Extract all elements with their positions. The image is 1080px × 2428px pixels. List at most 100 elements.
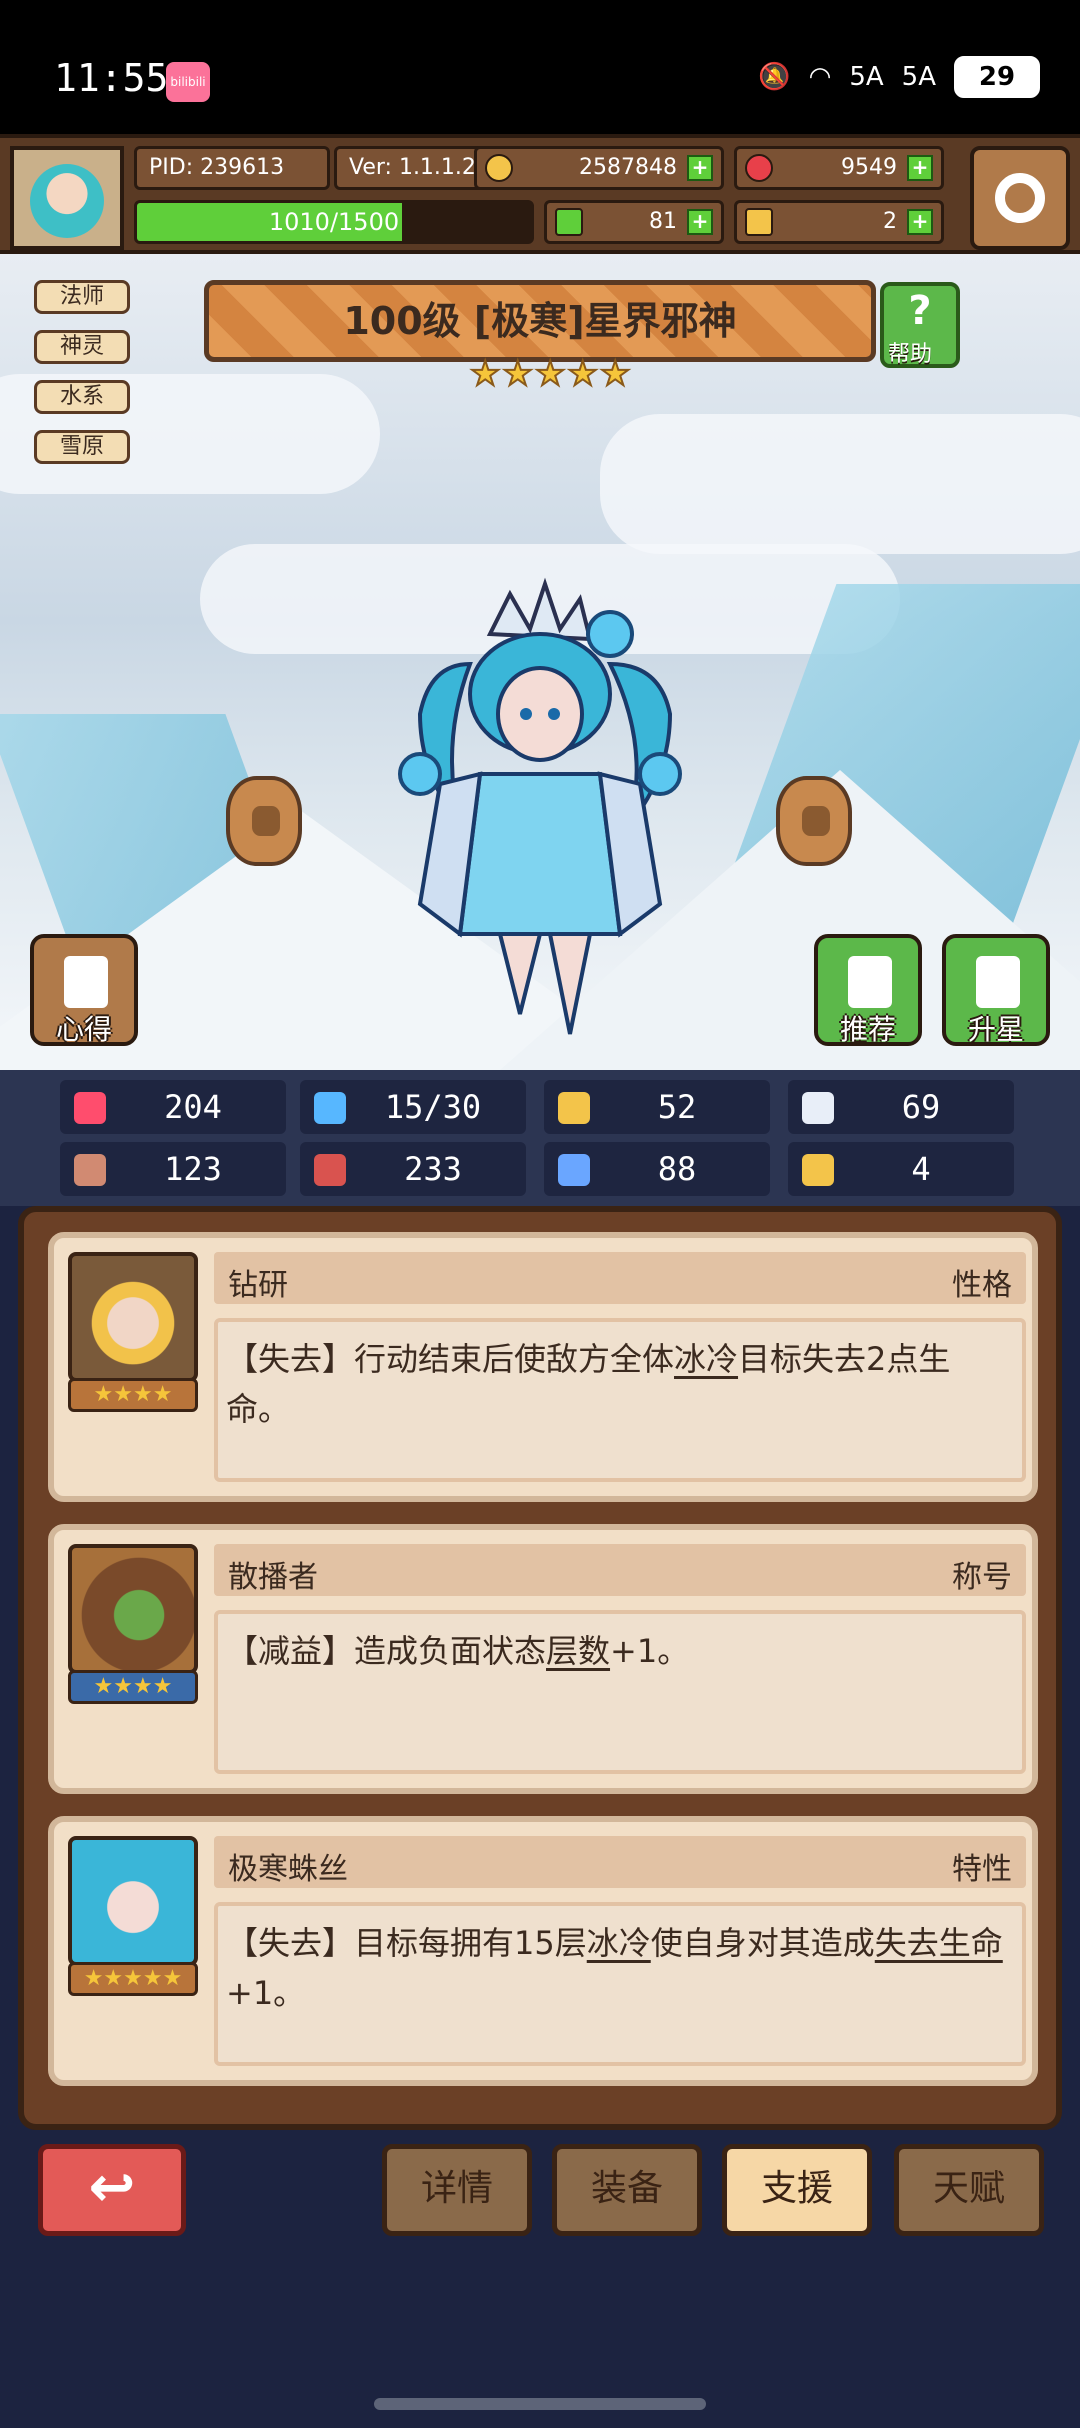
player-avatar[interactable] xyxy=(10,146,124,250)
card-description: 【失去】目标每拥有15层冰冷使自身对其造成失去生命 +1。 xyxy=(214,1902,1026,2066)
bilibili-app-icon: bilibili xyxy=(166,62,210,102)
next-hero-button[interactable] xyxy=(776,776,852,866)
add-gem-icon[interactable]: + xyxy=(907,155,933,181)
stat-luck: 4 xyxy=(788,1142,1014,1196)
stat-attack: 123 xyxy=(60,1142,286,1196)
keyword-link[interactable]: 层数 xyxy=(546,1632,610,1670)
book-icon xyxy=(314,1154,346,1186)
desc-text: 【减益】造成负面状态 xyxy=(226,1632,547,1670)
pid-label: PID: 239613 xyxy=(134,146,330,190)
mute-icon: 🔕 xyxy=(758,62,791,92)
add-clover-icon[interactable]: + xyxy=(687,209,713,235)
desc-text: +1。 xyxy=(226,1974,306,2012)
desc-text: 使自身对其造成 xyxy=(650,1924,875,1962)
stat-defense: 52 xyxy=(544,1080,770,1134)
stat-value: 15/30 xyxy=(384,1088,482,1126)
card-portrait xyxy=(68,1836,198,1966)
card-header: 钻研 性格 xyxy=(214,1252,1026,1304)
notebook-icon xyxy=(64,956,108,1008)
card-description: 【减益】造成负面状态层数+1。 xyxy=(214,1610,1026,1774)
tag-snowfield[interactable]: 雪原 xyxy=(34,430,130,464)
avatar-face-icon xyxy=(30,164,104,238)
card-name: 极寒蛛丝 xyxy=(228,1852,348,1887)
desc-text: +1。 xyxy=(610,1632,690,1670)
desc-text: 【失去】目标每拥有15层 xyxy=(226,1924,587,1962)
add-gold-icon[interactable]: + xyxy=(687,155,713,181)
battery-icon: 29 xyxy=(954,56,1040,98)
home-indicator[interactable] xyxy=(374,2398,706,2410)
stat-value: 88 xyxy=(657,1150,697,1188)
keyword-link[interactable]: 冰冷 xyxy=(674,1340,738,1378)
fist-icon xyxy=(74,1154,106,1186)
support-card[interactable]: ★★★★ 钻研 性格 【失去】行动结束后使敌方全体冰冷目标失去2点生命。 xyxy=(48,1232,1038,1502)
card-star-rating: ★★★★ xyxy=(68,1378,198,1412)
support-card[interactable]: ★★★★★ 极寒蛛丝 特性 【失去】目标每拥有15层冰冷使自身对其造成失去生命 +… xyxy=(48,1816,1038,2086)
player-bar: PID: 239613 Ver: 1.1.1.2 2587848 + 9549 … xyxy=(0,134,1080,254)
player-info-panel: PID: 239613 Ver: 1.1.1.2 2587848 + 9549 … xyxy=(134,146,964,250)
wifi-icon: ◠ xyxy=(808,62,832,92)
question-icon: ? xyxy=(908,288,932,334)
star-icon: ★ xyxy=(534,353,567,395)
gear-icon xyxy=(995,173,1045,223)
thumbs-up-icon xyxy=(848,956,892,1008)
hero-title-banner: 100级 [极寒]星界邪神 xyxy=(204,280,876,362)
stat-value: 233 xyxy=(404,1150,462,1188)
tab-details[interactable]: 详情 xyxy=(382,2144,532,2236)
hero-scene: 法师 神灵 水系 雪原 100级 [极寒]星界邪神 ★ ★ ★ ★ ★ ? 帮助 心得 … xyxy=(0,254,1080,1070)
star-icon: ★ xyxy=(501,353,534,395)
key-counter[interactable]: 2 + xyxy=(734,200,944,244)
insights-button[interactable]: 心得 xyxy=(30,934,138,1046)
heart-icon xyxy=(74,1092,106,1124)
card-kind: 称号 xyxy=(952,1560,1012,1595)
clover-counter[interactable]: 81 + xyxy=(544,200,724,244)
stat-health: 204 xyxy=(60,1080,286,1134)
stat-mana: 15/30 xyxy=(300,1080,526,1134)
card-description: 【失去】行动结束后使敌方全体冰冷目标失去2点生命。 xyxy=(214,1318,1026,1482)
xp-text: 1010/1500 xyxy=(268,208,400,236)
tag-deity[interactable]: 神灵 xyxy=(34,330,130,364)
previous-hero-button[interactable] xyxy=(226,776,302,866)
recommend-button[interactable]: 推荐 xyxy=(814,934,922,1046)
clover-icon xyxy=(555,208,583,236)
star-icon: ★ xyxy=(469,353,502,395)
signal-1-icon: 5A xyxy=(849,62,884,92)
settings-button[interactable] xyxy=(970,146,1070,250)
gold-value: 2587848 xyxy=(579,155,677,180)
stat-value: 52 xyxy=(657,1088,697,1126)
hero-tags: 法师 神灵 水系 雪原 xyxy=(34,280,130,464)
shield-icon xyxy=(558,1092,590,1124)
scroll-icon xyxy=(558,1154,590,1186)
gem-counter[interactable]: 9549 + xyxy=(734,146,944,190)
keyword-link[interactable]: 失去生命 xyxy=(875,1924,1003,1962)
card-name: 钻研 xyxy=(228,1268,288,1303)
stat-resist: 88 xyxy=(544,1142,770,1196)
add-key-icon[interactable]: + xyxy=(907,209,933,235)
stat-value: 204 xyxy=(164,1088,222,1126)
support-card[interactable]: ★★★★ 散播者 称号 【减益】造成负面状态层数+1。 xyxy=(48,1524,1038,1794)
stat-magic: 233 xyxy=(300,1142,526,1196)
tag-mage[interactable]: 法师 xyxy=(34,280,130,314)
help-button[interactable]: ? 帮助 xyxy=(880,282,960,368)
star-up-label: 升星 xyxy=(967,1013,1024,1046)
insights-label: 心得 xyxy=(55,1013,112,1046)
key-value: 2 xyxy=(883,209,897,234)
key-icon xyxy=(745,208,773,236)
tab-support[interactable]: 支援 xyxy=(722,2144,872,2236)
gold-counter[interactable]: 2587848 + xyxy=(474,146,724,190)
card-star-rating: ★★★★★ xyxy=(68,1962,198,1996)
status-bar: 11:55 bilibili 🔕 ◠ 5A 5A 29 xyxy=(0,0,1080,134)
keyword-link[interactable]: 冰冷 xyxy=(587,1924,651,1962)
wing-icon xyxy=(802,1092,834,1124)
hero-character-sprite xyxy=(398,577,682,1035)
status-time: 11:55 xyxy=(54,56,169,100)
hero-stats: 204 15/30 52 69 123 233 88 4 xyxy=(0,1070,1080,1206)
star-up-button[interactable]: 升星 xyxy=(942,934,1050,1046)
status-icons: 🔕 ◠ 5A 5A 29 xyxy=(758,56,1040,98)
tag-water[interactable]: 水系 xyxy=(34,380,130,414)
tab-equipment[interactable]: 装备 xyxy=(552,2144,702,2236)
back-button[interactable]: ↩ xyxy=(38,2144,186,2236)
signal-2-icon: 5A xyxy=(901,62,936,92)
bottom-navigation: ↩ 详情 装备 支援 天赋 xyxy=(0,2130,1080,2428)
red-gem-icon xyxy=(745,154,773,182)
tab-talent[interactable]: 天赋 xyxy=(894,2144,1044,2236)
